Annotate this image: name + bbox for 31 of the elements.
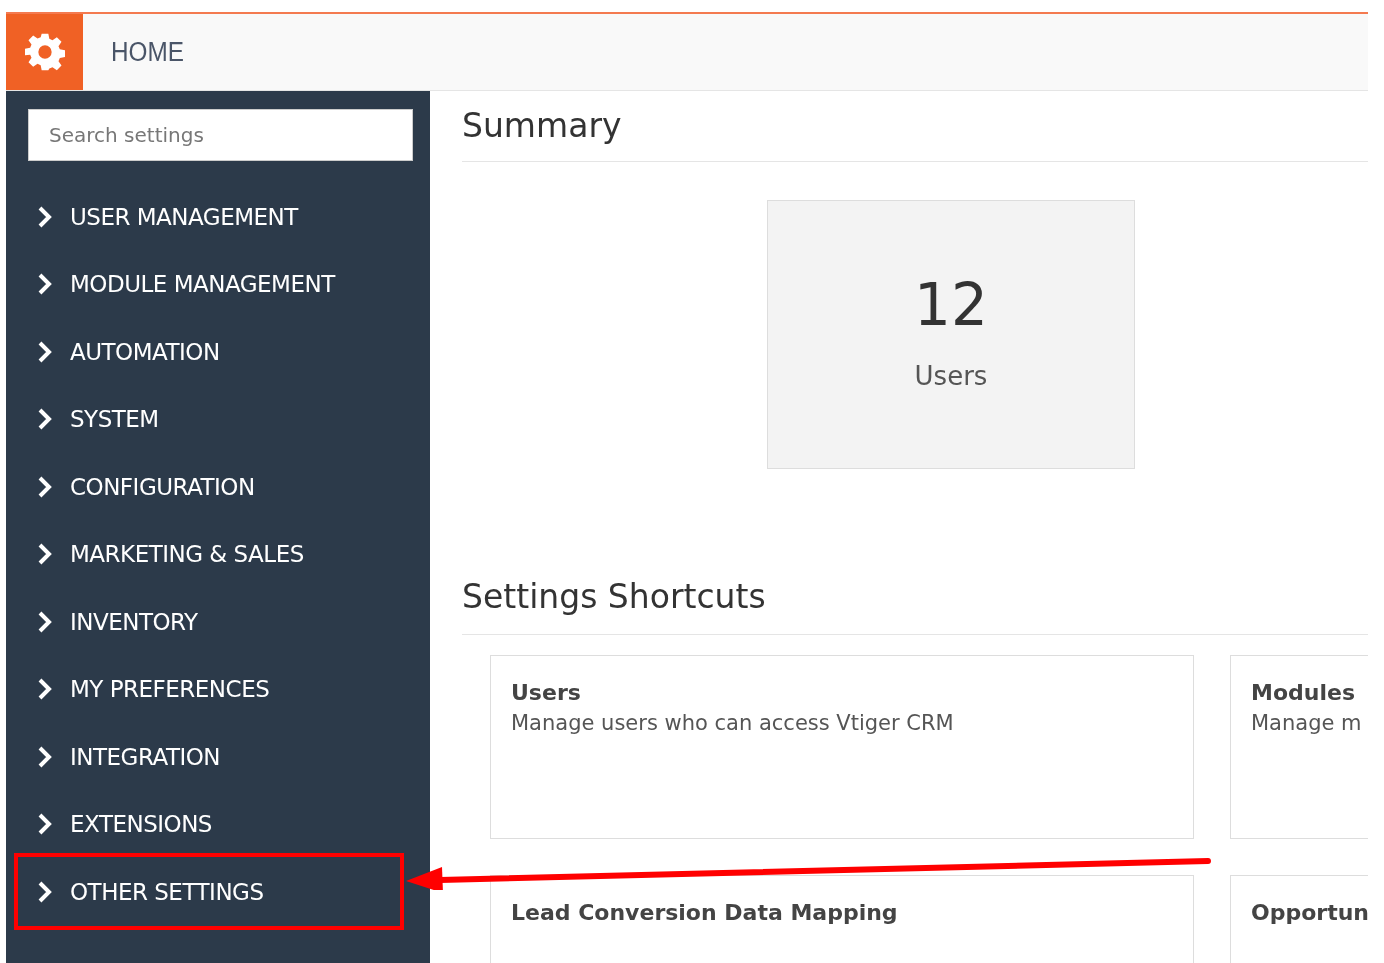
stat-tile[interactable]: 12 Users: [767, 200, 1135, 469]
card-title: Users: [511, 679, 581, 707]
chevron-right-icon: [36, 744, 54, 769]
chevron-right-icon: [36, 204, 54, 229]
stat-label: Users: [914, 360, 988, 393]
page-title: HOME: [111, 35, 184, 69]
shortcut-card[interactable]: Opportun: [1230, 875, 1368, 963]
sidebar-item[interactable]: OTHER SETTINGS: [14, 853, 404, 931]
chevron-right-icon: [36, 879, 54, 904]
settings-icon-tile[interactable]: [6, 14, 83, 90]
section-title: Settings Shortcuts: [462, 576, 766, 618]
card-title: Opportun: [1251, 899, 1368, 927]
chevron-right-icon: [36, 474, 54, 499]
search-field[interactable]: Search settings: [28, 109, 413, 161]
card-description: Manage users who can access Vtiger CRM: [511, 710, 954, 737]
chevron-right-icon: [36, 812, 54, 837]
section-title: Summary: [462, 105, 622, 147]
chevron-right-icon: [36, 609, 54, 634]
chevron-right-icon: [36, 542, 54, 567]
shortcut-card[interactable]: Lead Conversion Data Mapping: [490, 875, 1194, 963]
settings-icon: [24, 32, 65, 72]
chevron-right-icon: [36, 407, 54, 432]
card-title: Lead Conversion Data Mapping: [511, 899, 898, 927]
chevron-right-icon: [36, 339, 54, 364]
card-description: Manage m: [1251, 710, 1362, 737]
shortcut-card[interactable]: Users Manage users who can access Vtiger CRM: [490, 655, 1194, 839]
stat-value: 12: [914, 270, 988, 341]
chevron-right-icon: [36, 677, 54, 702]
chevron-right-icon: [36, 272, 54, 297]
shortcut-card[interactable]: Modules Manage m: [1230, 655, 1368, 839]
card-title: Modules: [1251, 679, 1355, 707]
